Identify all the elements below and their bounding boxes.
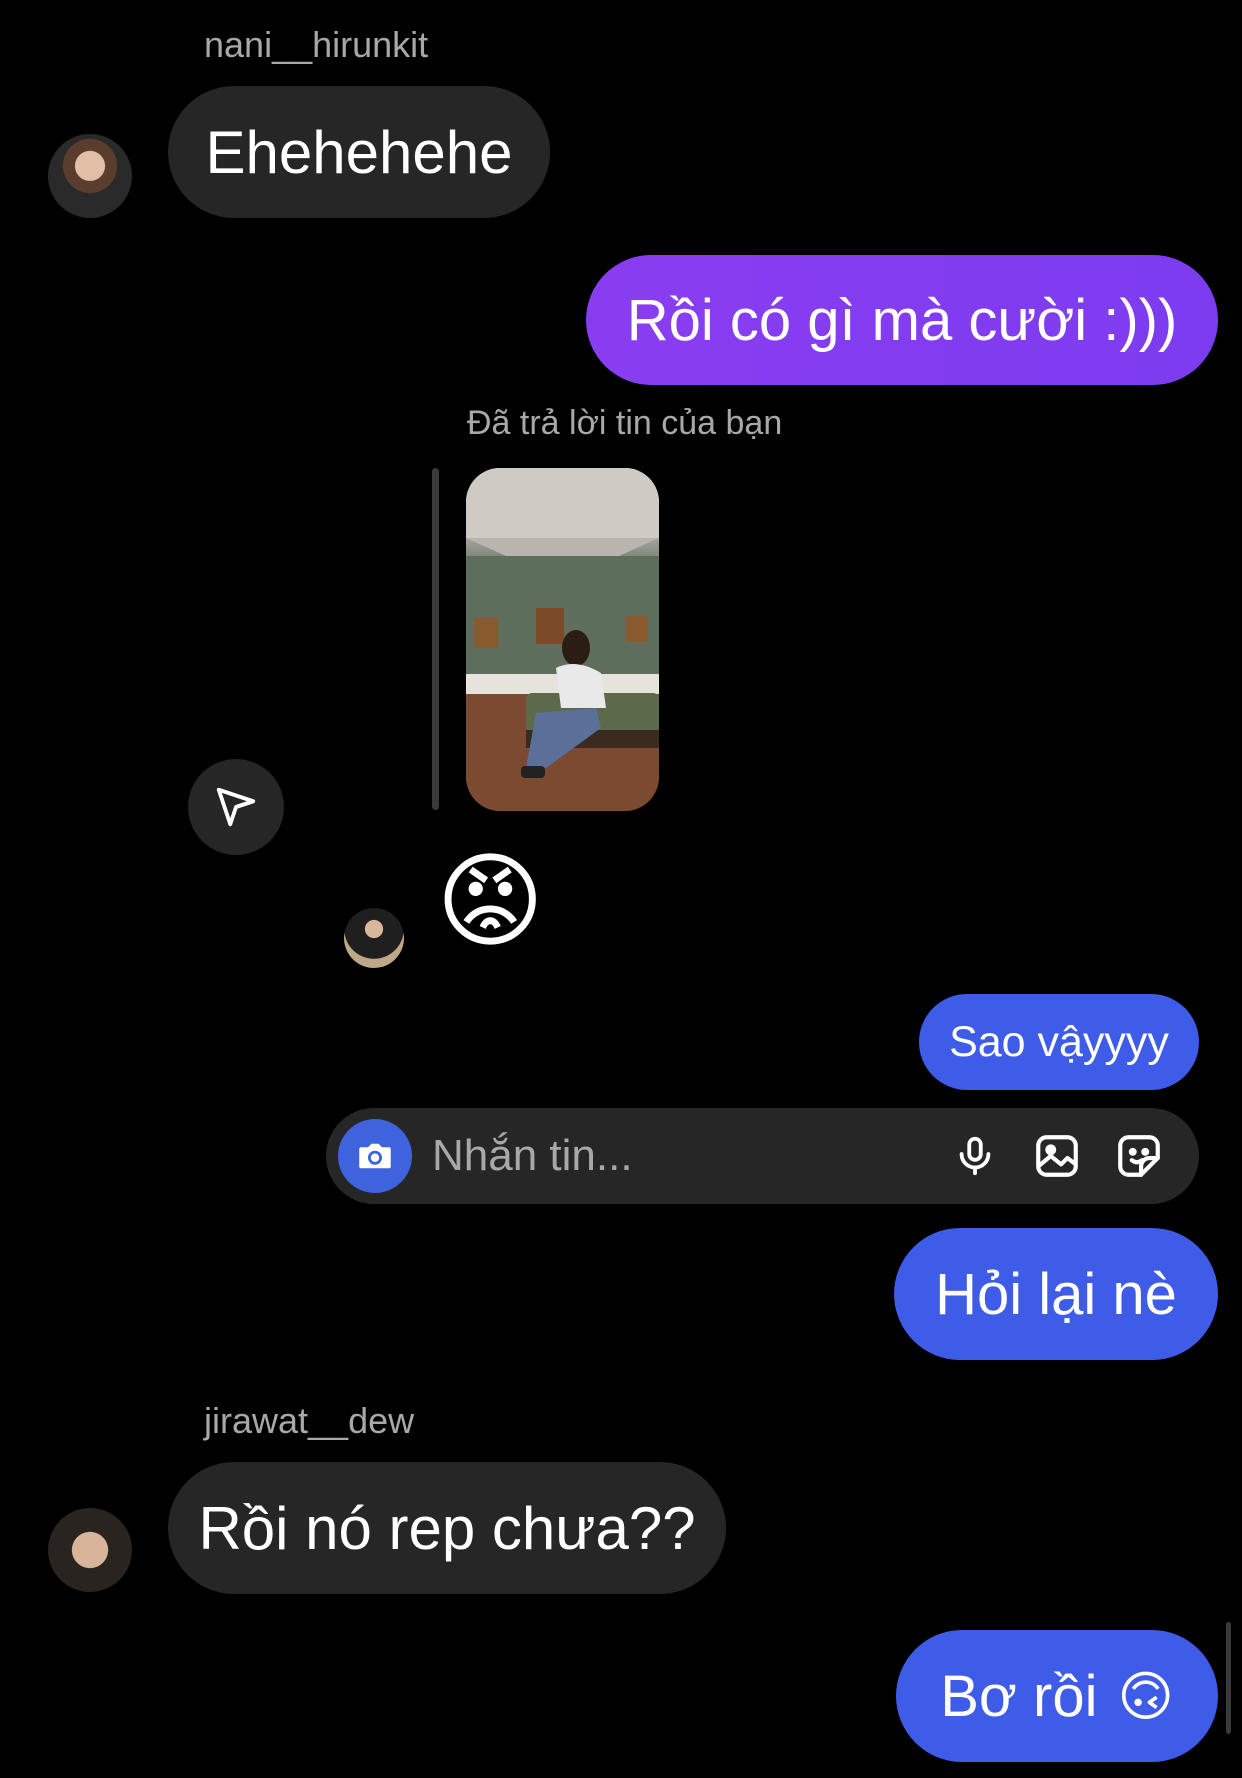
avatar[interactable]: [344, 908, 404, 968]
message-text: Ehehehehe: [205, 118, 513, 186]
sticker-button[interactable]: [1109, 1126, 1169, 1186]
share-button[interactable]: [188, 759, 284, 855]
outgoing-message-bubble[interactable]: Rồi có gì mà cười :))): [586, 255, 1218, 385]
sender-name: nani__hirunkit: [204, 24, 429, 65]
reply-indicator-bar: [432, 468, 439, 810]
story-thumbnail[interactable]: [466, 468, 659, 811]
avatar[interactable]: [48, 1508, 132, 1592]
message-text: Sao vậyyyy: [949, 1017, 1169, 1066]
outgoing-message-bubble[interactable]: Hỏi lại nè: [894, 1228, 1218, 1360]
message-text: Rồi có gì mà cười :))): [626, 287, 1178, 353]
story-reply-label: Đã trả lời tin của bạn: [467, 404, 783, 442]
message-text: Bơ rồi: [940, 1663, 1098, 1729]
message-composer[interactable]: Nhắn tin...: [326, 1108, 1199, 1204]
outgoing-message-bubble[interactable]: Sao vậyyyy: [919, 994, 1199, 1090]
message-text: Rồi nó rep chưa??: [198, 1494, 696, 1562]
scrollbar[interactable]: [1226, 1622, 1231, 1734]
microphone-button[interactable]: [945, 1126, 1005, 1186]
message-input-placeholder[interactable]: Nhắn tin...: [432, 1131, 945, 1181]
camera-icon: [359, 1143, 391, 1169]
message-text: Hỏi lại nè: [935, 1261, 1177, 1327]
incoming-message-bubble[interactable]: Ehehehehe: [168, 86, 550, 218]
message-emoji: 🙃: [1117, 1666, 1174, 1727]
microphone-icon: [959, 1136, 991, 1176]
sender-name: jirawat__dew: [204, 1400, 415, 1441]
incoming-message-bubble[interactable]: Rồi nó rep chưa??: [168, 1462, 726, 1594]
paper-plane-icon: [216, 787, 256, 827]
avatar[interactable]: [48, 134, 132, 218]
reaction-emoji: 😡: [436, 844, 545, 960]
camera-button[interactable]: [338, 1119, 412, 1193]
gallery-button[interactable]: [1027, 1126, 1087, 1186]
outgoing-message-bubble[interactable]: Bơ rồi 🙃: [896, 1630, 1218, 1762]
sticker-icon: [1118, 1135, 1160, 1177]
image-icon: [1036, 1135, 1078, 1177]
